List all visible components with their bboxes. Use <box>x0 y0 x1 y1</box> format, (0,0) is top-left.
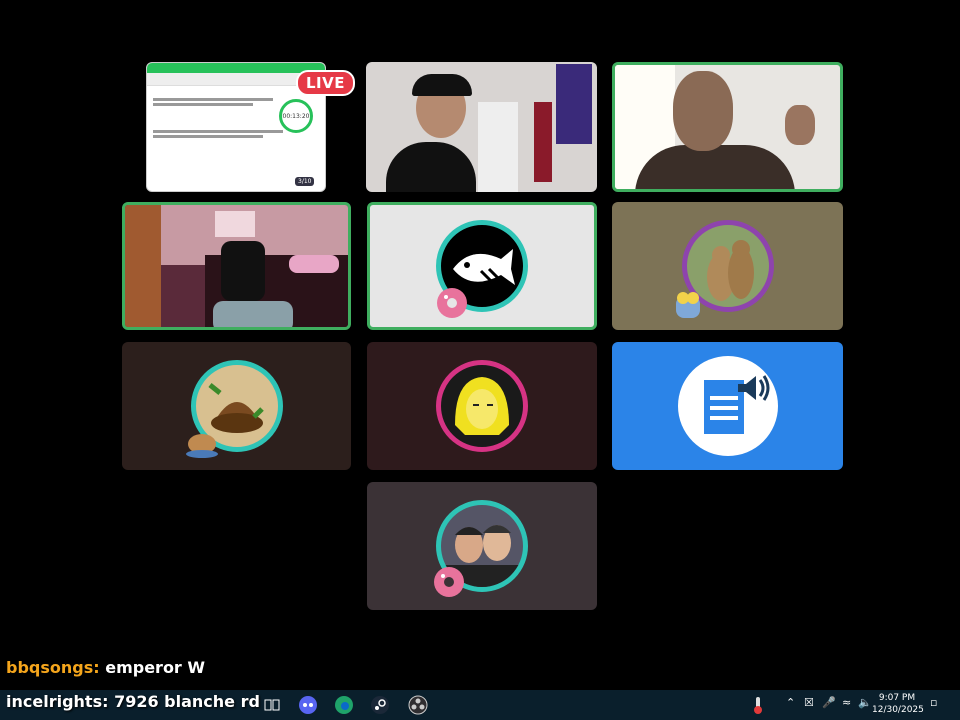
browser-tab-bar <box>147 63 325 73</box>
live-badge: LIVE <box>296 70 355 96</box>
quiz-line <box>153 130 283 133</box>
blanket <box>213 301 293 327</box>
participant-tile-webcam-cap[interactable] <box>366 62 597 192</box>
chair <box>221 241 265 301</box>
participant-avatar <box>677 356 778 456</box>
participant-avatar <box>436 360 528 452</box>
donut-icon <box>431 564 467 600</box>
chat-text: emperor W <box>105 658 206 677</box>
wifi-icon[interactable]: ≈ <box>842 696 851 709</box>
person-body <box>635 145 795 189</box>
chat-message: incelrights: 7926 blanche rd <box>6 692 260 711</box>
door <box>478 102 518 192</box>
donut-icon <box>434 285 470 321</box>
edge-icon[interactable] <box>334 695 354 715</box>
participant-tile-selfie-avatar[interactable] <box>367 482 597 610</box>
participant-tile-audio-avatar[interactable] <box>612 342 843 470</box>
anime-girl-icon <box>455 377 509 435</box>
participant-tile-anime-avatar[interactable] <box>367 342 597 470</box>
chat-username: incelrights: <box>6 692 109 711</box>
discord-icon[interactable] <box>298 695 318 715</box>
chat-username: bbqsongs: <box>6 658 100 677</box>
quiz-line <box>153 135 263 138</box>
microphone-icon[interactable]: 🎤 <box>822 696 836 709</box>
participant-tile-webcam-bedroom[interactable] <box>122 202 351 330</box>
chevron-up-icon[interactable]: ⌃ <box>786 696 795 709</box>
quiz-line <box>153 98 273 101</box>
chat-text: 7926 blanche rd <box>114 692 260 711</box>
participant-tile-prairiedog-avatar[interactable] <box>612 202 843 330</box>
steam-icon[interactable] <box>370 695 390 715</box>
participant-tile-fish-avatar[interactable] <box>367 202 597 330</box>
participant-tile-pot-avatar[interactable] <box>122 342 351 470</box>
owl-icon <box>670 286 706 322</box>
participant-tile-webcam-bearded[interactable] <box>612 62 843 192</box>
timer-text: 00:13:20 <box>282 112 310 120</box>
person-body <box>386 142 476 192</box>
person-head <box>673 71 733 151</box>
door <box>125 205 161 327</box>
volume-icon[interactable]: 🔈 <box>858 696 872 709</box>
cap <box>412 74 472 96</box>
obs-icon[interactable] <box>408 695 428 715</box>
pillow <box>289 255 339 273</box>
taskbar-time: 9:07 PM <box>878 693 916 703</box>
timer-circle: 00:13:20 <box>279 99 313 133</box>
network-off-icon[interactable]: ☒ <box>804 696 814 709</box>
quiz-line <box>153 103 253 106</box>
notification-icon[interactable]: ▫ <box>930 696 937 709</box>
capybara-icon <box>184 424 220 460</box>
chat-message: bbqsongs: emperor W <box>6 658 205 677</box>
thermometer-icon[interactable] <box>748 695 768 715</box>
wall-poster <box>534 102 552 182</box>
taskbar-clock[interactable]: 9:07 PM 12/30/2025 <box>872 692 924 716</box>
hand <box>785 105 815 145</box>
window <box>215 211 255 237</box>
wall-poster <box>556 64 592 144</box>
taskbar-date: 12/30/2025 <box>872 705 924 715</box>
task-view-icon[interactable] <box>262 695 282 715</box>
document-speaker-icon <box>703 375 769 434</box>
page-badge: 3/10 <box>295 177 315 186</box>
